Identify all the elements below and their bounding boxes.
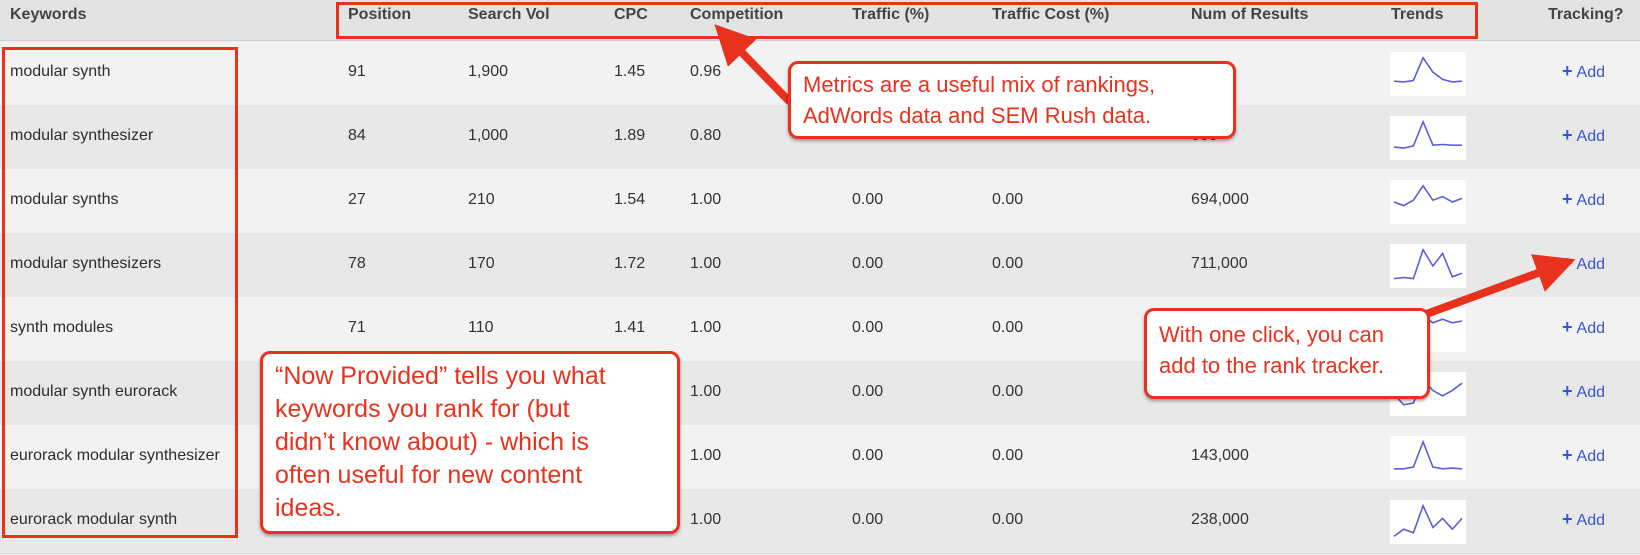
- trend-sparkline: [1390, 116, 1466, 160]
- trend-line: [1393, 503, 1463, 538]
- callout-now-provided: “Now Provided” tells you what keywords y…: [260, 351, 680, 534]
- callout-provided-line-4: often useful for new content: [275, 461, 583, 489]
- competition-cell: 1.00: [690, 191, 722, 208]
- plus-icon: +: [1562, 509, 1573, 529]
- header-tracking: Tracking?: [1548, 6, 1624, 23]
- cpc-cell: 1.41: [614, 319, 646, 336]
- cpc-cell: 1.54: [614, 191, 646, 208]
- plus-icon: +: [1562, 125, 1573, 145]
- trend-sparkline: [1390, 500, 1466, 544]
- callout-provided-line-5: ideas.: [275, 494, 342, 522]
- cpc-cell: 1.45: [614, 63, 646, 80]
- position-cell: 84: [348, 127, 366, 144]
- callout-tracker-line-2: add to the rank tracker.: [1159, 353, 1385, 378]
- plus-icon: +: [1562, 381, 1573, 401]
- trend-sparkline: [1390, 244, 1466, 288]
- position-cell: 27: [348, 191, 366, 208]
- callout-tracker-line-1: With one click, you can: [1159, 322, 1384, 347]
- table-row: modular synthesizers 78 170 1.72 1.00 0.00 0.0…: [0, 233, 1640, 298]
- competition-cell: 1.00: [690, 447, 722, 464]
- trend-line: [1393, 56, 1463, 83]
- trend-sparkline: [1390, 52, 1466, 96]
- add-label: Add: [1576, 512, 1605, 529]
- keyword-table-screen: Keywords Position Search Vol CPC Competi…: [0, 0, 1640, 555]
- table-row: eurorack modular synth 1.00 0.00 0.00 238,00…: [0, 489, 1640, 554]
- add-label: Add: [1576, 64, 1605, 81]
- metrics-header-outline: [336, 2, 1478, 39]
- add-label: Add: [1576, 320, 1605, 337]
- traffic-cost-cell: 0.00: [992, 255, 1024, 272]
- callout-provided-line-1: “Now Provided” tells you what: [275, 362, 606, 390]
- trend-sparkline: [1390, 180, 1466, 224]
- search-vol-cell: 210: [468, 191, 495, 208]
- plus-icon: +: [1562, 445, 1573, 465]
- search-vol-cell: 1,900: [468, 63, 509, 80]
- add-label: Add: [1576, 192, 1605, 209]
- cpc-cell: 1.89: [614, 127, 646, 144]
- add-to-tracker-button[interactable]: + Add: [1562, 381, 1605, 402]
- callout-metrics: Metrics are a useful mix of rankings, Ad…: [788, 61, 1236, 139]
- cpc-cell: 1.72: [614, 255, 646, 272]
- traffic-cell: 0.00: [852, 191, 884, 208]
- search-vol-cell: 110: [468, 319, 494, 336]
- position-cell: 91: [348, 63, 366, 80]
- add-label: Add: [1576, 448, 1605, 465]
- callout-metrics-line-2: AdWords data and SEM Rush data.: [803, 103, 1152, 128]
- table-row: modular synths 27 210 1.54 1.00 0.00 0.00 694,0…: [0, 169, 1640, 234]
- traffic-cost-cell: 0.00: [992, 447, 1024, 464]
- keywords-column-outline: [2, 47, 238, 538]
- callout-provided-line-3: didn’t know about) - which is: [275, 428, 590, 456]
- competition-cell: 1.00: [690, 383, 722, 400]
- add-to-tracker-button[interactable]: + Add: [1562, 61, 1605, 82]
- trend-line: [1393, 247, 1463, 280]
- callout-tracker: With one click, you can add to the rank …: [1144, 308, 1430, 399]
- traffic-cost-cell: 0.00: [992, 191, 1024, 208]
- add-label: Add: [1576, 384, 1605, 401]
- traffic-cost-cell: 0.00: [992, 383, 1024, 400]
- competition-cell: 1.00: [690, 319, 722, 336]
- traffic-cell: 0.00: [852, 511, 884, 528]
- traffic-cost-cell: 0.00: [992, 511, 1024, 528]
- num-results-cell: 694,000: [1191, 191, 1249, 208]
- position-cell: 78: [348, 255, 366, 272]
- num-results-cell: 238,000: [1191, 511, 1249, 528]
- traffic-cell: 0.00: [852, 319, 884, 336]
- traffic-cell: 0.00: [852, 447, 884, 464]
- add-to-tracker-button[interactable]: + Add: [1562, 253, 1605, 274]
- add-to-tracker-button[interactable]: + Add: [1562, 317, 1605, 338]
- add-to-tracker-button[interactable]: + Add: [1562, 125, 1605, 146]
- competition-cell: 1.00: [690, 255, 722, 272]
- traffic-cell: 0.00: [852, 255, 884, 272]
- position-cell: 71: [348, 319, 366, 336]
- add-to-tracker-button[interactable]: + Add: [1562, 445, 1605, 466]
- add-to-tracker-button[interactable]: + Add: [1562, 509, 1605, 530]
- plus-icon: +: [1562, 61, 1573, 81]
- plus-icon: +: [1562, 189, 1573, 209]
- callout-provided-line-2: keywords you rank for (but: [275, 395, 570, 423]
- search-vol-cell: 170: [468, 255, 495, 272]
- traffic-cost-cell: 0.00: [992, 319, 1024, 336]
- search-vol-cell: 1,000: [468, 127, 509, 144]
- competition-cell: 0.96: [690, 63, 722, 80]
- competition-cell: 0.80: [690, 127, 722, 144]
- trend-line: [1394, 439, 1463, 470]
- add-to-tracker-button[interactable]: + Add: [1562, 189, 1605, 210]
- num-results-cell: 143,000: [1191, 447, 1249, 464]
- add-label: Add: [1576, 256, 1605, 273]
- table-row: eurorack modular synthesizer 1.00 0.00 0.00…: [0, 425, 1640, 490]
- plus-icon: +: [1562, 253, 1573, 273]
- trend-line: [1393, 184, 1463, 207]
- callout-metrics-line-1: Metrics are a useful mix of rankings,: [803, 72, 1156, 97]
- trend-line: [1393, 119, 1462, 149]
- trend-sparkline: [1390, 436, 1466, 480]
- add-label: Add: [1576, 128, 1605, 145]
- plus-icon: +: [1562, 317, 1573, 337]
- header-keywords[interactable]: Keywords: [10, 6, 86, 24]
- competition-cell: 1.00: [690, 511, 722, 528]
- num-results-cell: 711,000: [1191, 255, 1248, 272]
- traffic-cell: 0.00: [852, 383, 884, 400]
